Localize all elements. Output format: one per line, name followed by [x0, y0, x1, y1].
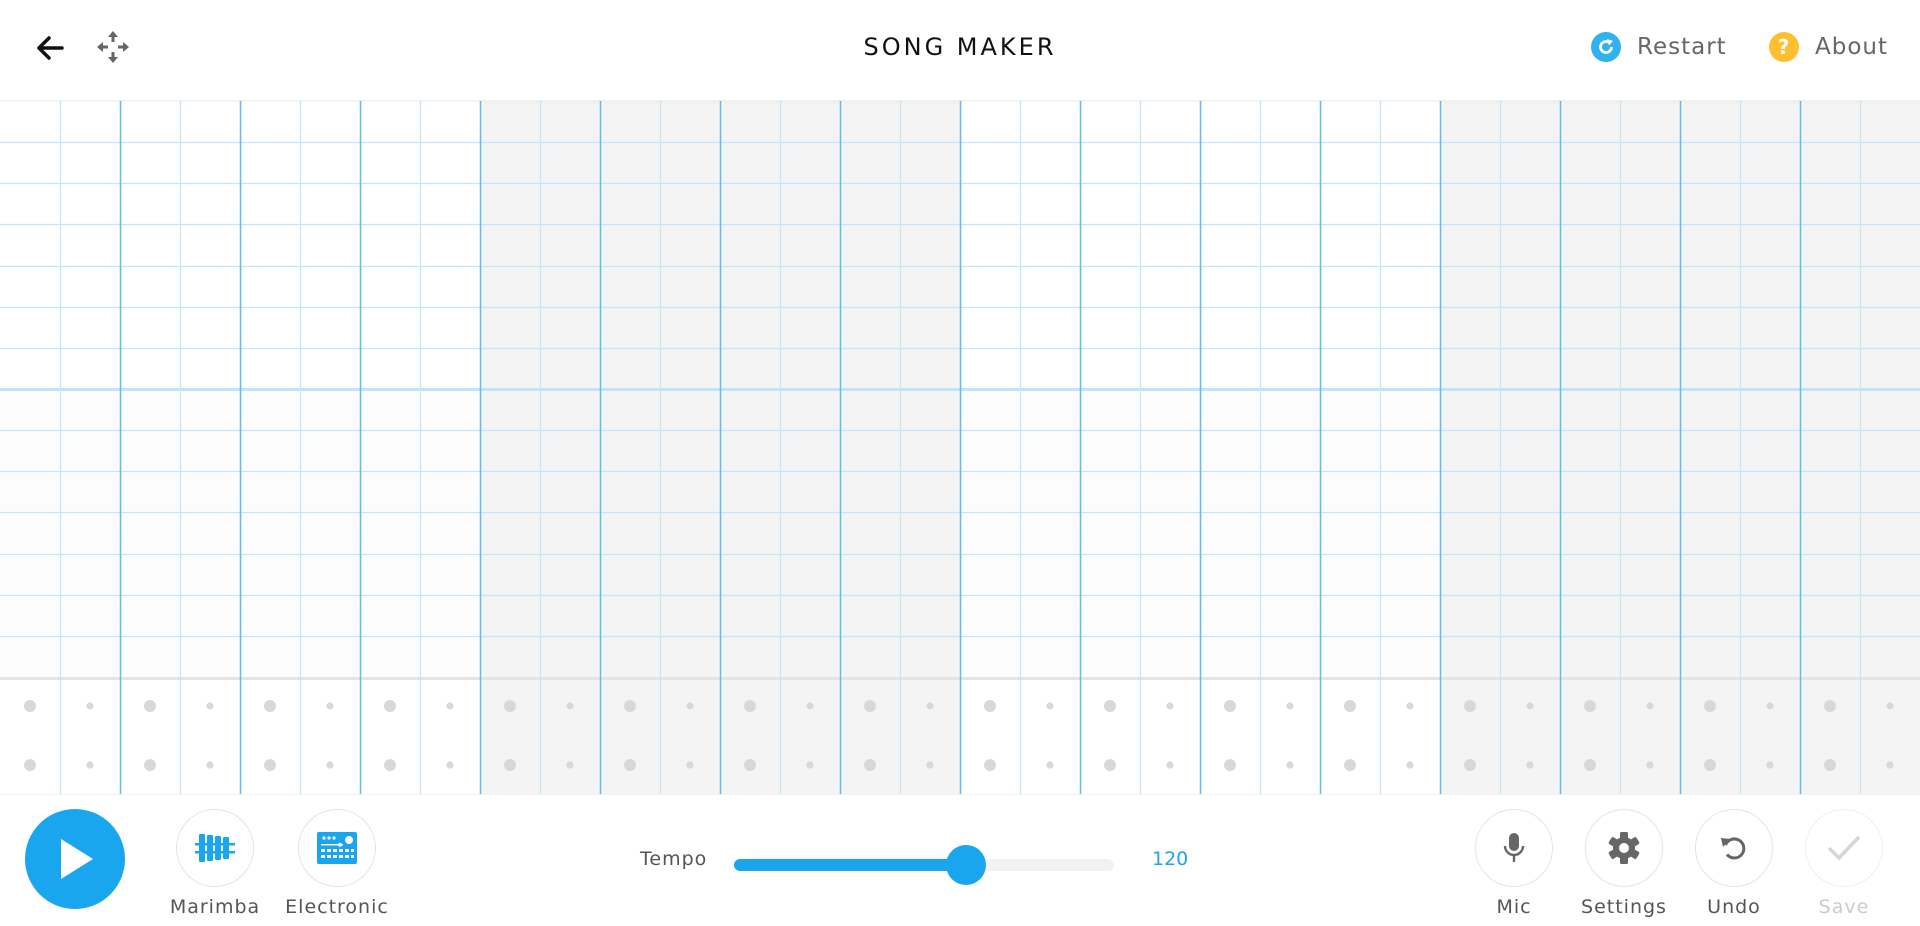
percussion-cell-dot	[144, 759, 156, 771]
tempo-slider-fill	[734, 859, 966, 871]
percussion-cell-dot	[686, 761, 694, 769]
percussion-cell-dot	[864, 700, 876, 712]
percussion-cell-dot	[1286, 761, 1294, 769]
percussion-cell-dot	[1166, 702, 1174, 710]
percussion-cell-dot	[206, 702, 214, 710]
percussion-cell-dot	[1824, 759, 1836, 771]
percussion-cell-dot	[1104, 759, 1116, 771]
instrument-label: Marimba	[169, 896, 261, 918]
percussion-cell-dot	[624, 759, 636, 771]
percussion-cell-dot	[566, 761, 574, 769]
percussion-cell-dot	[566, 702, 574, 710]
percussion-cell-dot	[144, 700, 156, 712]
control-bar: Marimba Electronic Tempo 120 Mic Setting…	[0, 794, 1920, 926]
percussion-cell-dot	[864, 759, 876, 771]
percussion-cell-dot	[1166, 761, 1174, 769]
percussion-cell-dot	[264, 700, 276, 712]
percussion-cell-dot	[1406, 761, 1414, 769]
mic-button[interactable]: Mic	[1459, 809, 1569, 918]
refresh-icon	[1591, 32, 1621, 62]
percussion-cell-dot	[384, 759, 396, 771]
about-label: About	[1815, 34, 1889, 60]
percussion-cell-dot	[1886, 761, 1894, 769]
song-grid[interactable]	[0, 101, 1920, 794]
tempo-slider[interactable]	[734, 845, 1114, 885]
percussion-cell-dot	[1584, 700, 1596, 712]
percussion-cell-dot	[326, 761, 334, 769]
save-button[interactable]: Save	[1789, 809, 1899, 918]
percussion-cell-dot	[926, 761, 934, 769]
percussion-cell-dot	[1286, 702, 1294, 710]
gear-icon	[1608, 832, 1640, 864]
percussion-cell-dot	[984, 759, 996, 771]
percussion-cell-dot	[1406, 702, 1414, 710]
action-label: Settings	[1581, 896, 1667, 918]
about-button[interactable]: ? About	[1769, 32, 1888, 62]
play-button[interactable]	[25, 809, 125, 909]
percussion-cell-dot	[206, 761, 214, 769]
drum-machine-icon	[317, 832, 357, 864]
percussion-cell-dot	[504, 759, 516, 771]
percussion-cell-dot	[1464, 759, 1476, 771]
percussion-cell-dot	[1646, 761, 1654, 769]
percussion-cell-dot	[1046, 761, 1054, 769]
instrument-electronic-button[interactable]: Electronic	[282, 809, 392, 918]
percussion-cell-dot	[1526, 702, 1534, 710]
tempo-value: 120	[1152, 848, 1189, 870]
percussion-cell-dot	[744, 759, 756, 771]
percussion-cell-dot	[686, 702, 694, 710]
percussion-cell-dot	[1704, 700, 1716, 712]
percussion-cell-dot	[806, 702, 814, 710]
action-label: Save	[1818, 896, 1870, 918]
restart-button[interactable]: Restart	[1591, 32, 1727, 62]
percussion-cell-dot	[1526, 761, 1534, 769]
percussion-cell-dot	[264, 759, 276, 771]
percussion-cell-dot	[806, 761, 814, 769]
percussion-cell-dot	[1584, 759, 1596, 771]
percussion-cell-dot	[926, 702, 934, 710]
play-icon	[61, 839, 93, 879]
tempo-slider-thumb[interactable]	[945, 845, 986, 885]
mic-icon	[1503, 833, 1525, 862]
percussion-cell-dot	[1344, 759, 1356, 771]
percussion-cell-dot	[24, 759, 36, 771]
restart-label: Restart	[1637, 34, 1727, 60]
percussion-cell-dot	[86, 702, 94, 710]
settings-button[interactable]: Settings	[1569, 809, 1679, 918]
percussion-cell-dot	[1824, 700, 1836, 712]
percussion-cell-dot	[384, 700, 396, 712]
action-label: Undo	[1707, 896, 1761, 918]
top-bar: SONG MAKER Restart ? About	[0, 0, 1920, 101]
marimba-icon	[195, 834, 235, 862]
note-grid[interactable]	[0, 101, 1920, 794]
action-label: Mic	[1496, 896, 1532, 918]
check-icon	[1827, 835, 1861, 861]
percussion-cell-dot	[86, 761, 94, 769]
percussion-cell-dot	[1886, 702, 1894, 710]
percussion-cell-dot	[1104, 700, 1116, 712]
percussion-cell-dot	[1766, 702, 1774, 710]
question-icon: ?	[1769, 32, 1799, 62]
percussion-cell-dot	[1646, 702, 1654, 710]
percussion-cell-dot	[744, 700, 756, 712]
instrument-marimba-button[interactable]: Marimba	[160, 809, 270, 918]
undo-button[interactable]: Undo	[1679, 809, 1789, 918]
percussion-cell-dot	[1344, 700, 1356, 712]
instrument-label: Electronic	[285, 896, 389, 918]
percussion-cell-dot	[624, 700, 636, 712]
percussion-cell-dot	[1766, 761, 1774, 769]
undo-icon	[1721, 837, 1746, 860]
percussion-cell-dot	[446, 761, 454, 769]
percussion-cell-dot	[1224, 759, 1236, 771]
percussion-cell-dot	[1046, 702, 1054, 710]
percussion-cell-dot	[1704, 759, 1716, 771]
percussion-cell-dot	[1464, 700, 1476, 712]
percussion-cell-dot	[326, 702, 334, 710]
percussion-cell-dot	[1224, 700, 1236, 712]
tempo-label: Tempo	[640, 848, 708, 870]
percussion-cell-dot	[504, 700, 516, 712]
percussion-cell-dot	[24, 700, 36, 712]
percussion-cell-dot	[984, 700, 996, 712]
percussion-cell-dot	[446, 702, 454, 710]
